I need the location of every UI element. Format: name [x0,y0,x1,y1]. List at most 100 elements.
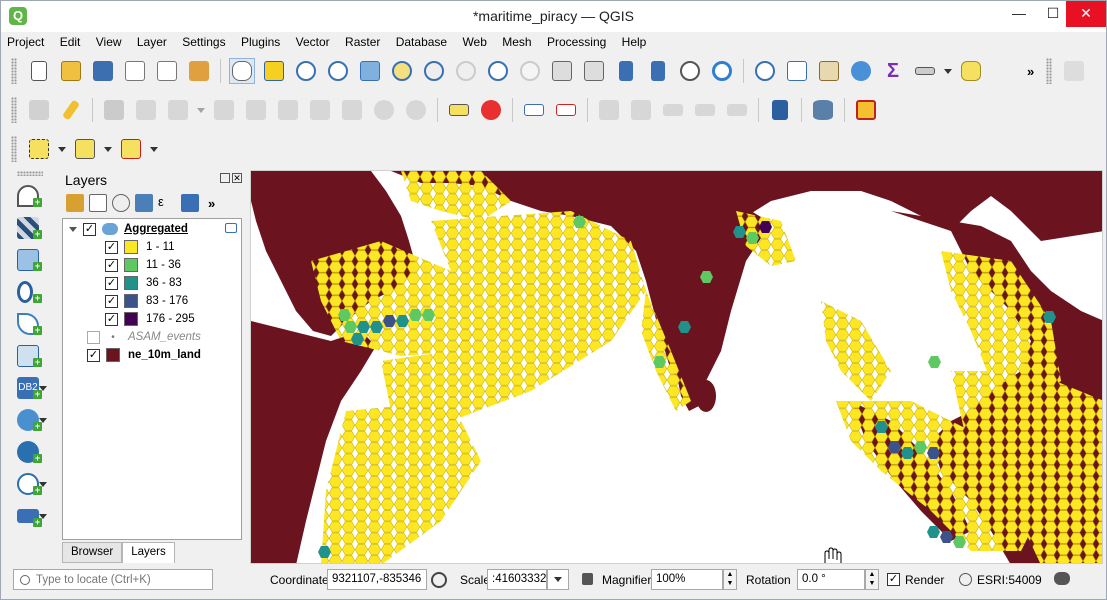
map-rendering[interactable] [251,171,1103,564]
messages-icon[interactable] [1054,572,1070,585]
statistics-icon[interactable] [816,58,842,84]
close-panel-icon[interactable]: ✕ [232,173,242,183]
legend-class-row[interactable]: ✓ 1 - 11 [63,238,241,256]
pan-to-selection-icon[interactable] [261,58,287,84]
minimize-button[interactable]: — [1002,1,1036,27]
coordinate-field[interactable]: 9321107,-835346 [327,569,427,590]
layer-diagram-icon[interactable] [478,97,504,123]
filter-indicator-icon[interactable] [225,223,237,233]
menu-project[interactable]: Project [1,32,50,50]
tab-layers[interactable]: Layers [122,542,175,563]
show-bookmarks-icon[interactable] [645,58,671,84]
toolbar-grip[interactable] [11,58,17,84]
deselect-features-icon[interactable] [118,136,144,162]
filter-legend-icon[interactable] [135,194,153,212]
zoom-to-layer-icon[interactable] [421,58,447,84]
select-features-icon[interactable] [26,136,52,162]
zoom-last-icon[interactable] [485,58,511,84]
show-hide-labels-icon[interactable] [628,97,654,123]
menu-mesh[interactable]: Mesh [496,32,537,50]
menu-layer[interactable]: Layer [131,32,173,50]
class-visibility-checkbox[interactable]: ✓ [105,240,118,254]
lock-scale-icon[interactable] [582,573,593,585]
sum-icon[interactable]: Σ [880,58,906,84]
scale-combo[interactable]: :41603332 [487,569,547,590]
identify-features-icon[interactable] [752,58,778,84]
style-manager-icon[interactable] [186,58,212,84]
add-feature-icon[interactable] [133,97,159,123]
add-vector-layer-icon[interactable]: + [9,180,49,212]
toolbar-grip[interactable] [17,171,43,176]
open-project-icon[interactable] [58,58,84,84]
menu-raster[interactable]: Raster [339,32,386,50]
menu-view[interactable]: View [90,32,128,50]
close-button[interactable]: ✕ [1066,1,1106,27]
menu-help[interactable]: Help [616,32,653,50]
bookmark-icon[interactable] [613,58,639,84]
render-checkbox[interactable]: ✓ [887,573,900,586]
layer-visibility-checkbox[interactable]: ✓ [87,348,100,362]
manage-visibility-icon[interactable] [112,194,130,212]
zoom-out-icon[interactable] [325,58,351,84]
legend-class-row[interactable]: ✓ 83 - 176 [63,292,241,310]
menu-web[interactable]: Web [456,32,492,50]
toggle-extents-icon[interactable] [431,572,447,588]
copy-features-icon[interactable] [307,97,333,123]
add-delimited-text-icon[interactable]: + [9,276,49,308]
map-tips-icon[interactable] [958,58,984,84]
class-visibility-checkbox[interactable]: ✓ [105,258,118,272]
toolbar-grip[interactable] [11,136,17,162]
new-map-view-icon[interactable] [549,58,575,84]
layout-manager-icon[interactable] [154,58,180,84]
help-icon[interactable] [767,97,793,123]
menu-database[interactable]: Database [390,32,453,50]
highlight-pinned-labels-icon[interactable] [521,97,547,123]
layer-labeling-icon[interactable] [446,97,472,123]
menu-edit[interactable]: Edit [54,32,87,50]
chevron-down-icon[interactable] [197,107,205,113]
more-tools-icon[interactable]: » [1027,64,1034,79]
magnifier-spinner[interactable]: ▲ ▼ [723,569,737,590]
layer-visibility-checkbox[interactable] [87,330,100,344]
modify-attributes-icon[interactable] [211,97,237,123]
add-raster-layer-icon[interactable]: + [9,212,49,244]
class-visibility-checkbox[interactable]: ✓ [105,276,118,290]
tab-browser[interactable]: Browser [62,542,123,563]
delete-selected-icon[interactable] [243,97,269,123]
chevron-down-icon[interactable] [58,146,66,152]
add-mesh-layer-icon[interactable]: + [9,244,49,276]
undo-icon[interactable] [371,97,397,123]
new-print-layout-icon[interactable] [122,58,148,84]
style-panel-icon[interactable] [66,194,84,212]
zoom-to-selection-icon[interactable] [389,58,415,84]
layer-asam-events[interactable]: • ASAM_events [63,328,241,346]
new-3d-map-icon[interactable] [581,58,607,84]
current-edits-icon[interactable] [26,97,52,123]
menu-settings[interactable]: Settings [176,32,231,50]
legend-class-row[interactable]: ✓ 176 - 295 [63,310,241,328]
add-gps-layer-icon[interactable]: + [9,308,49,340]
magnifier-field[interactable]: 100% [651,569,723,590]
crs-globe-icon[interactable] [959,573,972,586]
zoom-full-icon[interactable] [357,58,383,84]
pan-map-icon[interactable] [229,58,255,84]
toggle-label-display-icon[interactable] [553,97,579,123]
zoom-in-icon[interactable] [293,58,319,84]
zoom-next-icon[interactable] [517,58,543,84]
menu-processing[interactable]: Processing [541,32,612,50]
save-project-icon[interactable] [90,58,116,84]
menu-vector[interactable]: Vector [290,32,336,50]
toggle-editing-icon[interactable] [58,97,84,123]
settings-gear-icon[interactable] [848,58,874,84]
scale-dropdown-button[interactable] [547,569,569,590]
add-spatialite-layer-icon[interactable]: + [9,340,49,372]
layer-ne-10m-land[interactable]: ✓ ne_10m_land [63,346,241,364]
class-visibility-checkbox[interactable]: ✓ [105,312,118,326]
save-edits-icon[interactable] [101,97,127,123]
chevron-down-icon[interactable] [69,226,77,232]
new-project-icon[interactable] [26,58,52,84]
add-wms-layer-icon[interactable]: + [9,404,49,436]
menu-plugins[interactable]: Plugins [235,32,286,50]
map-canvas[interactable] [250,170,1103,564]
class-visibility-checkbox[interactable]: ✓ [105,294,118,308]
